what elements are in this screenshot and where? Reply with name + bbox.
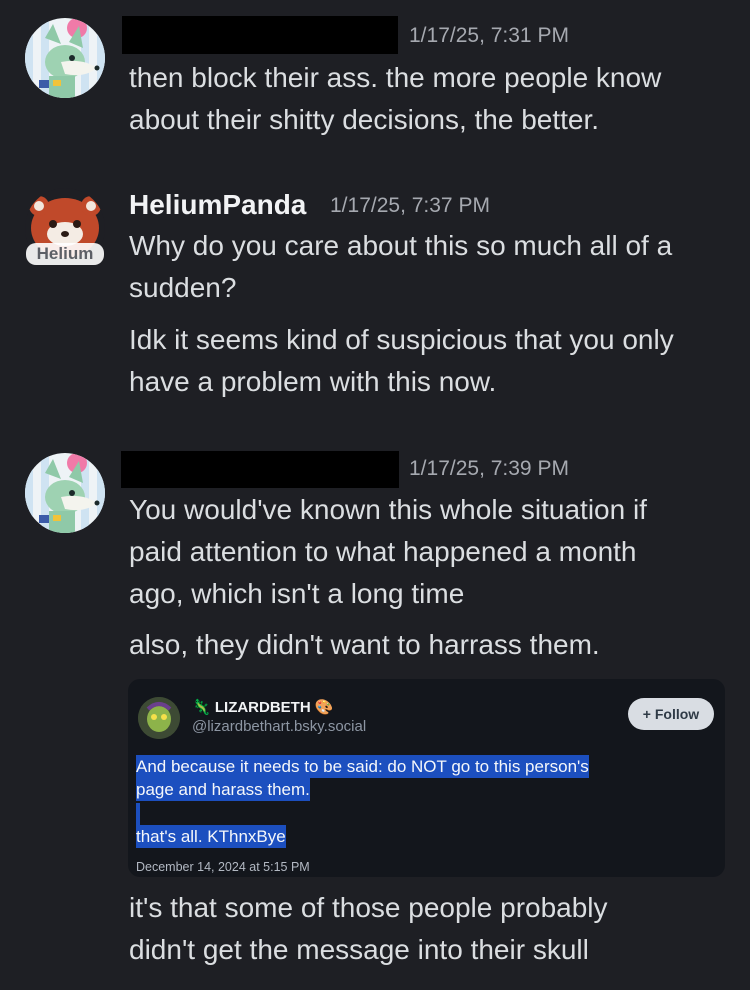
avatar-name-tag: Helium [26, 243, 104, 265]
message-text-line: You would've known this whole situation … [129, 494, 647, 525]
fox-avatar-image [25, 453, 105, 533]
message-text-line: paid attention to what happened a month [129, 536, 637, 567]
message-timestamp: 1/17/25, 7:31 PM [409, 24, 569, 47]
palette-emoji-icon: 🎨 [314, 699, 334, 716]
message-text-line: have a problem with this now. [129, 366, 497, 397]
message-text-line: Why do you care about this so much all o… [129, 230, 673, 261]
message-text-line: it's that some of those people probably [129, 892, 608, 923]
message-text-line: Idk it seems kind of suspicious that you… [129, 324, 674, 355]
username[interactable]: HeliumPanda [129, 189, 306, 221]
redacted-username [121, 451, 399, 488]
lizard-emoji-icon: 🦎 [192, 699, 211, 716]
post-author-name: LIZARDBETH [214, 699, 311, 716]
redacted-username [122, 16, 398, 54]
lizardbeth-avatar [138, 697, 180, 739]
message-text-line: about their shitty decisions, the better… [129, 104, 600, 135]
selection-highlight [136, 803, 140, 825]
message-timestamp: 1/17/25, 7:37 PM [330, 194, 490, 217]
fox-avatar[interactable] [25, 18, 105, 98]
post-author: 🦎 LIZARDBETH 🎨 [192, 698, 334, 716]
post-date: December 14, 2024 at 5:15 PM [136, 860, 310, 874]
fox-avatar-image [25, 18, 105, 98]
message-text-line: didn't get the message into their skull [129, 934, 589, 965]
lizard-avatar-image [138, 697, 180, 739]
post-text-line: that's all. KThnxBye [136, 825, 286, 848]
fox-avatar[interactable] [25, 453, 105, 533]
post-text-line: And because it needs to be said: do NOT … [136, 755, 589, 778]
embedded-post-image[interactable]: 🦎 LIZARDBETH 🎨 @lizardbethart.bsky.socia… [128, 679, 725, 877]
message-timestamp: 1/17/25, 7:39 PM [409, 457, 569, 480]
message-text-line: sudden? [129, 272, 237, 303]
message-text-line: also, they didn't want to harrass them. [129, 629, 600, 660]
message-text-line: then block their ass. the more people kn… [129, 62, 662, 93]
post-handle: @lizardbethart.bsky.social [192, 718, 367, 735]
message-text-line: ago, which isn't a long time [129, 578, 465, 609]
post-text-line: page and harass them. [136, 778, 310, 801]
follow-button[interactable]: + Follow [628, 698, 714, 730]
